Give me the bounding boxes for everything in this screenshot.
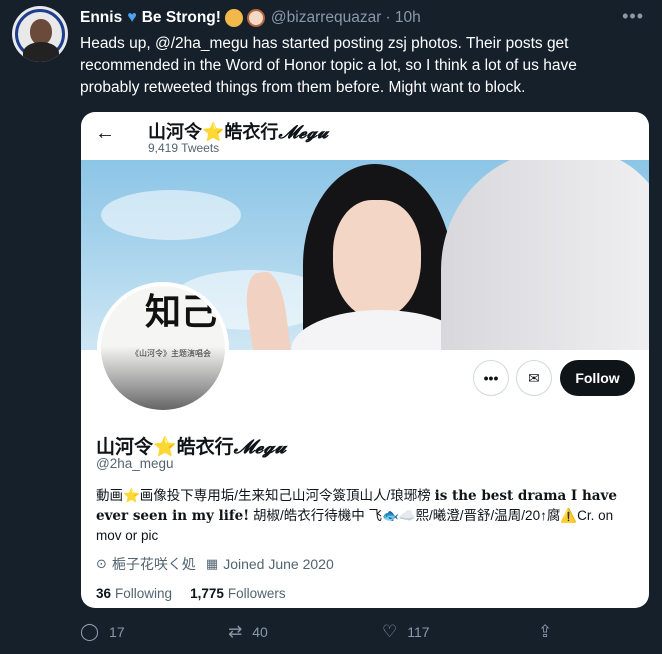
joined-text: Joined June 2020	[223, 556, 334, 572]
banner-white-figure	[441, 160, 649, 350]
retweet-button[interactable]: ⇄ 40	[228, 622, 268, 642]
location-text: 梔子花咲く処	[111, 556, 196, 572]
joined-item: ▦ Joined June 2020	[206, 556, 334, 572]
more-icon[interactable]: •••	[622, 6, 644, 27]
heart-icon: ♡	[382, 622, 398, 641]
profile-title-a: 山河令	[148, 122, 202, 142]
avatar-body	[23, 42, 59, 62]
calendar-icon: ▦	[205, 556, 219, 571]
following-count: 36	[96, 586, 112, 601]
share-button[interactable]: ⇪	[538, 622, 562, 642]
retweet-count: 40	[252, 624, 268, 640]
follow-button: Follow	[560, 360, 635, 396]
profile-avatar: 知己 《山河令》主题演唱会	[97, 282, 229, 414]
following-stat: 36 Following	[96, 586, 172, 601]
author-name-suffix[interactable]: Be Strong!	[142, 9, 221, 27]
location-item: ⊙ 梔子花咲く処	[96, 554, 196, 574]
profile-meta: ⊙ 梔子花咲く処 ▦ Joined June 2020	[96, 554, 344, 574]
location-pin-icon: ⊙	[96, 556, 107, 571]
dog-face-icon	[246, 9, 265, 27]
tweet-time[interactable]: · 10h	[385, 9, 420, 27]
bio-part-a: 動画⭐画像投下専用垢/生来知己山河令簽頂山人/琅琊榜	[96, 488, 435, 503]
tweet-header: Ennis ♥ Be Strong! @bizarrequazar · 10h	[80, 7, 421, 29]
banner-cloud	[101, 190, 241, 240]
followers-label: Followers	[227, 586, 286, 601]
author-handle[interactable]: @bizarrequazar	[271, 9, 382, 27]
profile-handle: @2ha_megu	[96, 456, 174, 471]
profile-stats: 36 Following 1,775 Followers	[96, 586, 304, 601]
followers-count: 1,775	[190, 586, 224, 601]
banner-face	[333, 200, 421, 318]
profile-title-latin: 𝓜𝓮𝓰𝓾	[278, 122, 329, 143]
profile-title-b: 皓衣行	[224, 122, 279, 142]
more-options-button: •••	[473, 360, 509, 396]
avatar-glyph: 知己	[145, 291, 218, 333]
reply-count: 17	[109, 624, 125, 640]
share-icon: ⇪	[538, 622, 553, 641]
attached-screenshot[interactable]: ← 山河令⭐皓衣行𝓜𝓮𝓰𝓾 9,419 Tweets 知己 《山河令》主题演唱会…	[81, 112, 649, 608]
like-button[interactable]: ♡ 117	[382, 622, 430, 642]
blue-heart-icon: ♥	[127, 9, 137, 26]
tweet: Ennis ♥ Be Strong! @bizarrequazar · 10h …	[0, 0, 662, 654]
profile-name-text: 山河令⭐皓衣行	[96, 437, 234, 458]
reply-icon: ◯	[80, 622, 100, 641]
profile-name-latin: 𝓜𝓮𝓰𝓾	[233, 436, 287, 458]
message-icon: ✉	[516, 360, 552, 396]
like-count: 117	[407, 624, 430, 640]
profile-bio: 動画⭐画像投下専用垢/生来知己山河令簽頂山人/琅琊榜 𝐢𝐬 𝐭𝐡𝐞 𝐛𝐞𝐬𝐭 𝐝…	[96, 486, 636, 546]
author-name[interactable]: Ennis	[80, 9, 122, 27]
cat-face-icon	[224, 9, 243, 27]
followers-stat: 1,775 Followers	[190, 586, 286, 601]
star-icon: ⭐	[202, 122, 225, 142]
tweet-text: Heads up, @/2ha_megu has started posting…	[80, 35, 577, 96]
author-avatar[interactable]	[12, 6, 68, 62]
retweet-icon: ⇄	[228, 622, 243, 641]
back-arrow-icon: ←	[95, 122, 115, 144]
tweet-count: 9,419 Tweets	[148, 141, 220, 155]
following-label: Following	[115, 586, 173, 601]
tweet-actions: ◯ 17 ⇄ 40 ♡ 117 ⇪	[80, 622, 640, 646]
reply-button[interactable]: ◯ 17	[80, 622, 125, 642]
profile-name: 山河令⭐皓衣行𝓜𝓮𝓰𝓾	[96, 432, 286, 459]
avatar-caption: 《山河令》主题演唱会	[131, 349, 211, 358]
